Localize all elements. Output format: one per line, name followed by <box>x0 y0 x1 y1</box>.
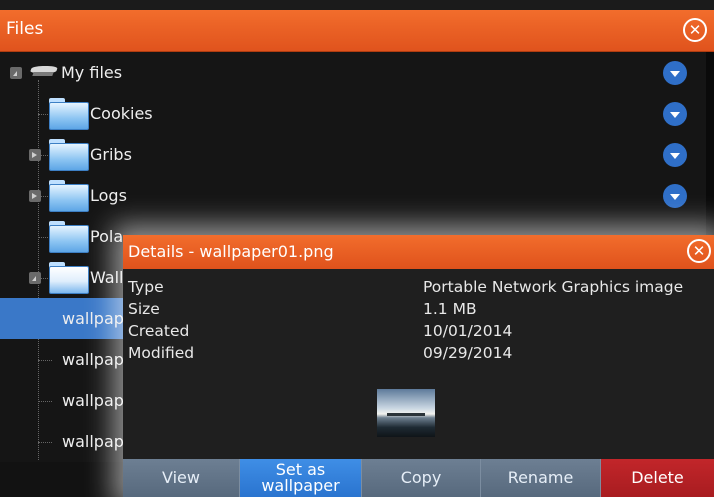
chevron-down-icon[interactable] <box>663 143 687 167</box>
close-icon: ✕ <box>688 20 702 39</box>
details-header: Details - wallpaper01.png ✕ <box>123 235 714 269</box>
tree-item-label: wallpap <box>62 309 124 328</box>
detail-value: 1.1 MB <box>423 300 477 318</box>
close-icon: ✕ <box>692 241 706 260</box>
collapse-icon[interactable] <box>10 67 22 79</box>
tree-item-label: My files <box>61 63 123 82</box>
drive-icon <box>31 66 57 78</box>
close-details-button[interactable]: ✕ <box>687 239 711 263</box>
tree-item-cookies[interactable]: Cookies <box>0 93 700 134</box>
detail-row-created: Created 10/01/2014 <box>128 322 708 344</box>
set-as-wallpaper-button[interactable]: Set as wallpaper <box>240 459 362 497</box>
tree-item-label: Cookies <box>90 104 153 123</box>
detail-value: 10/01/2014 <box>423 322 513 340</box>
action-bar: View Set as wallpaper Copy Rename Delete <box>123 459 714 497</box>
folder-icon <box>49 98 89 130</box>
tree-item-label: wallpap <box>62 350 124 369</box>
set-as-wallpaper-label-line2: wallpaper <box>261 476 340 495</box>
tree-item-logs[interactable]: Logs <box>0 175 700 216</box>
details-title: Details - wallpaper01.png <box>128 242 334 261</box>
folder-icon <box>49 180 89 212</box>
tree-item-label: wallpap <box>62 391 124 410</box>
expand-icon[interactable] <box>29 190 41 202</box>
chevron-down-icon[interactable] <box>663 184 687 208</box>
image-thumbnail <box>377 389 435 437</box>
tree-item-label: Gribs <box>90 145 132 164</box>
view-button[interactable]: View <box>123 459 240 497</box>
expand-icon[interactable] <box>29 149 41 161</box>
collapse-icon[interactable] <box>29 272 41 284</box>
delete-button[interactable]: Delete <box>601 459 714 497</box>
chevron-down-icon[interactable] <box>663 102 687 126</box>
detail-value: Portable Network Graphics image <box>423 278 684 296</box>
rename-button[interactable]: Rename <box>481 459 601 497</box>
tree-item-gribs[interactable]: Gribs <box>0 134 700 175</box>
tree-item-my-files[interactable]: My files <box>0 52 700 93</box>
tree-item-label: Wall <box>90 268 124 287</box>
folder-icon <box>49 221 89 253</box>
detail-key: Created <box>128 322 190 340</box>
window-title: Files <box>6 19 44 39</box>
tree-item-label: Pola <box>90 227 124 246</box>
detail-key: Type <box>128 278 164 296</box>
chevron-down-icon[interactable] <box>663 61 687 85</box>
tree-item-label: wallpap <box>62 432 124 451</box>
files-header: Files ✕ <box>0 10 714 52</box>
folder-icon <box>49 139 89 171</box>
detail-value: 09/29/2014 <box>423 344 513 362</box>
folder-open-icon <box>49 262 89 294</box>
detail-key: Size <box>128 300 160 318</box>
details-dialog: Details - wallpaper01.png ✕ Type Portabl… <box>123 235 714 497</box>
detail-row-modified: Modified 09/29/2014 <box>128 344 708 366</box>
detail-row-type: Type Portable Network Graphics image <box>128 278 708 300</box>
close-files-button[interactable]: ✕ <box>683 18 707 42</box>
tree-item-label: Logs <box>90 186 127 205</box>
copy-button[interactable]: Copy <box>362 459 481 497</box>
detail-key: Modified <box>128 344 195 362</box>
detail-row-size: Size 1.1 MB <box>128 300 708 322</box>
